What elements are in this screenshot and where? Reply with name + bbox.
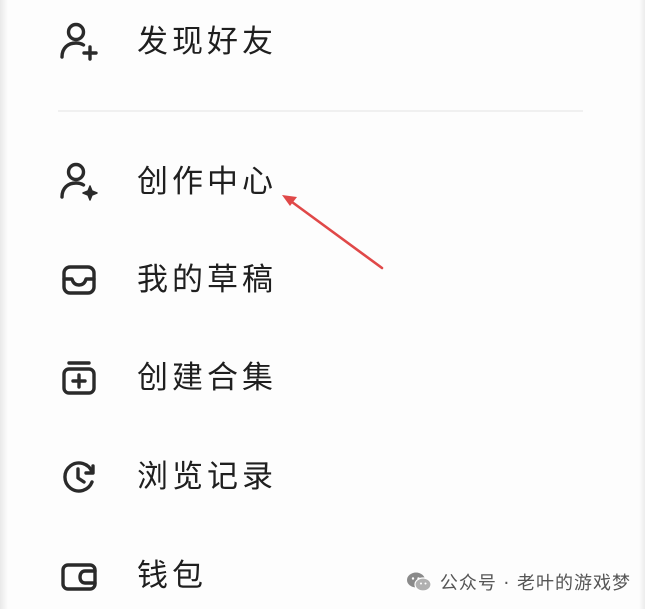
menu-item-label: 我的草稿 xyxy=(137,261,277,298)
history-clock-icon xyxy=(55,453,103,501)
menu-item-label: 浏览记录 xyxy=(137,458,277,495)
wechat-icon xyxy=(406,572,432,592)
watermark: 公众号 · 老叶的游戏梦 xyxy=(406,569,631,595)
side-menu-panel: 发现好友 创作中心 我的草稿 创建合集 浏览记录 钱包 公众号 · 老叶的游戏梦 xyxy=(0,0,645,609)
add-collection-icon xyxy=(55,354,103,402)
menu-item-label: 创建合集 xyxy=(137,359,277,396)
inbox-icon xyxy=(55,256,103,304)
menu-item-label: 发现好友 xyxy=(137,23,277,60)
menu-item-create-collection[interactable]: 创建合集 xyxy=(55,348,455,408)
menu-item-label: 创作中心 xyxy=(137,163,277,200)
menu-item-label: 钱包 xyxy=(137,557,207,594)
menu-item-discover-friends[interactable]: 发现好友 xyxy=(55,12,455,72)
menu-item-wallet[interactable]: 钱包 xyxy=(55,546,455,606)
menu-item-my-drafts[interactable]: 我的草稿 xyxy=(55,250,455,310)
menu-item-creator-center[interactable]: 创作中心 xyxy=(55,152,455,212)
wallet-icon xyxy=(55,552,103,600)
add-user-icon xyxy=(55,18,103,66)
panel-right-edge xyxy=(639,0,645,609)
panel-left-edge xyxy=(0,0,8,609)
menu-divider xyxy=(58,110,583,112)
watermark-text: 公众号 · 老叶的游戏梦 xyxy=(439,573,631,594)
creator-user-icon xyxy=(55,158,103,206)
menu-item-browse-history[interactable]: 浏览记录 xyxy=(55,447,455,507)
